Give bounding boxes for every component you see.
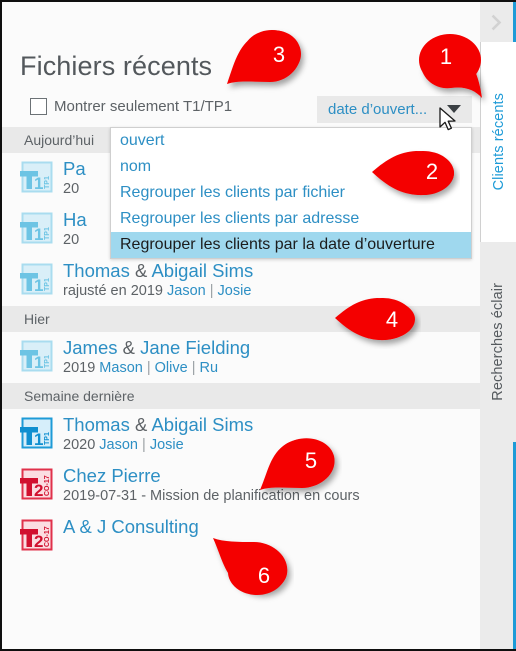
list-item-link-separator: |: [187, 360, 200, 376]
svg-text:2: 2: [34, 532, 43, 551]
sort-dropdown-item-label: Regrouper les clients par adresse: [120, 210, 360, 227]
mouse-cursor: [439, 107, 459, 138]
list-item-title-left: Thomas: [63, 260, 130, 281]
list-item-title[interactable]: Thomas & Abigail Sims: [63, 260, 480, 282]
list-group-heading: Semaine dernière: [2, 383, 480, 409]
svg-text:TP1: TP1: [44, 227, 51, 240]
svg-text:1: 1: [34, 174, 43, 193]
list-item-link[interactable]: Olive: [155, 360, 188, 376]
svg-text:CO-17: CO-17: [44, 475, 51, 496]
svg-text:1: 1: [34, 276, 43, 295]
list-item-title-left: Ha: [63, 209, 87, 230]
filter-t1-tp1-checkbox-row[interactable]: Montrer seulement T1/TP1: [30, 98, 232, 115]
list-item-title-ampersand: &: [134, 414, 148, 435]
t1-tp1-file-icon: 1 TP1: [19, 211, 54, 250]
list-item-link[interactable]: Ru: [200, 360, 219, 376]
callout-number: 1: [439, 44, 453, 69]
list-item-title-left: Pa: [63, 158, 86, 179]
tab-recherches-eclair[interactable]: Recherches éclair: [480, 242, 516, 442]
list-item-title-right: Jane Fielding: [140, 337, 251, 358]
list-item-subtitle-prefix: rajusté en 2019: [63, 283, 163, 299]
tab-recherches-eclair-label: Recherches éclair: [490, 283, 506, 401]
list-item-subtitle-prefix: 20: [63, 181, 80, 197]
list-item-title-ampersand: &: [122, 337, 135, 358]
svg-text:CO-17: CO-17: [44, 526, 51, 547]
svg-text:1: 1: [34, 353, 43, 372]
sort-dropdown-item[interactable]: Regrouper les clients par la date d’ouve…: [111, 232, 471, 258]
list-group-heading-label: Semaine dernière: [24, 388, 135, 404]
list-item-link[interactable]: Jason: [99, 437, 138, 453]
list-item-title-ampersand: &: [134, 260, 148, 281]
tab-clients-recents-label: Clients récents: [490, 93, 507, 191]
sort-dropdown-item-label: ouvert: [120, 132, 165, 149]
svg-text:2: 2: [34, 481, 43, 500]
callout-number: 3: [272, 42, 286, 67]
list-group-heading-label: Aujourd’hui: [24, 132, 95, 148]
list-item-link-separator: |: [138, 437, 150, 453]
list-item-subtitle-prefix: 20: [63, 232, 80, 248]
t1-tp1-file-icon: 1 TP1: [19, 416, 54, 455]
t1-tp1-file-icon: 1 TP1: [19, 160, 54, 199]
callout-marker-6: 6: [210, 532, 294, 604]
t1-tp1-file-icon: 1 TP1: [19, 339, 54, 378]
callout-number: 4: [385, 307, 399, 332]
svg-text:TP1: TP1: [44, 176, 51, 189]
list-item-subtitle: 2019 Mason | Olive | Ru: [63, 359, 480, 378]
list-group-heading-label: Hier: [24, 311, 50, 327]
list-item-link[interactable]: Josie: [150, 437, 184, 453]
list-item-link[interactable]: Josie: [218, 283, 252, 299]
list-item-title-right: Abigail Sims: [151, 414, 254, 435]
callout-number: 5: [304, 448, 318, 473]
svg-text:1: 1: [34, 225, 43, 244]
svg-text:TP1: TP1: [44, 355, 51, 368]
t2-co17-file-icon: 2 CO-17: [19, 518, 54, 557]
t1-tp1-file-icon: 1 TP1: [19, 262, 54, 301]
page-title: Fichiers récents: [20, 51, 213, 81]
callout-number: 6: [257, 563, 271, 588]
sort-dropdown-label: date d’ouvert...: [328, 101, 428, 118]
list-item-title-right: Abigail Sims: [151, 260, 254, 281]
list-item-title-left: A & J Consulting: [63, 516, 199, 537]
list-item[interactable]: 2 CO-17 Chez Pierre 2019-07-31 - Mission de…: [2, 460, 480, 511]
list-item-link[interactable]: Mason: [99, 360, 143, 376]
list-item[interactable]: 1 TP1 Thomas & Abigail Sims 2020 Jason | Jo…: [2, 409, 480, 460]
svg-text:1: 1: [34, 430, 43, 449]
svg-text:TP1: TP1: [44, 278, 51, 291]
sort-dropdown-item-label: nom: [120, 158, 152, 175]
filter-t1-tp1-checkbox[interactable]: [30, 98, 47, 115]
callout-marker-5: 5: [258, 434, 342, 504]
list-item-subtitle-prefix: 2019: [63, 360, 96, 376]
t2-co17-file-icon: 2 CO-17: [19, 467, 54, 506]
callout-marker-4: 4: [333, 291, 421, 349]
callout-marker-1: 1: [417, 16, 491, 106]
svg-text:TP1: TP1: [44, 432, 51, 445]
chevron-right-icon: [491, 14, 501, 30]
callout-number: 2: [425, 159, 439, 184]
list-item-title-left: James: [63, 337, 118, 358]
filter-t1-tp1-label: Montrer seulement T1/TP1: [54, 98, 233, 115]
sort-dropdown-item[interactable]: Regrouper les clients par adresse: [111, 206, 471, 232]
callout-marker-3: 3: [224, 24, 310, 96]
list-item-link[interactable]: Jason: [167, 283, 206, 299]
list-item-link-separator: |: [205, 283, 218, 299]
list-item-title-left: Chez Pierre: [63, 465, 161, 486]
list-item-subtitle-prefix: 2020: [63, 437, 96, 453]
sort-dropdown-item-label: Regrouper les clients par fichier: [120, 184, 345, 201]
list-item-link-separator: |: [142, 360, 155, 376]
callout-marker-2: 2: [370, 142, 460, 204]
recent-files-panel-window: Fichiers récents Montrer seulement T1/TP…: [0, 0, 516, 651]
sort-dropdown-item-label: Regrouper les clients par la date d’ouve…: [120, 236, 435, 253]
list-item-title-left: Thomas: [63, 414, 130, 435]
